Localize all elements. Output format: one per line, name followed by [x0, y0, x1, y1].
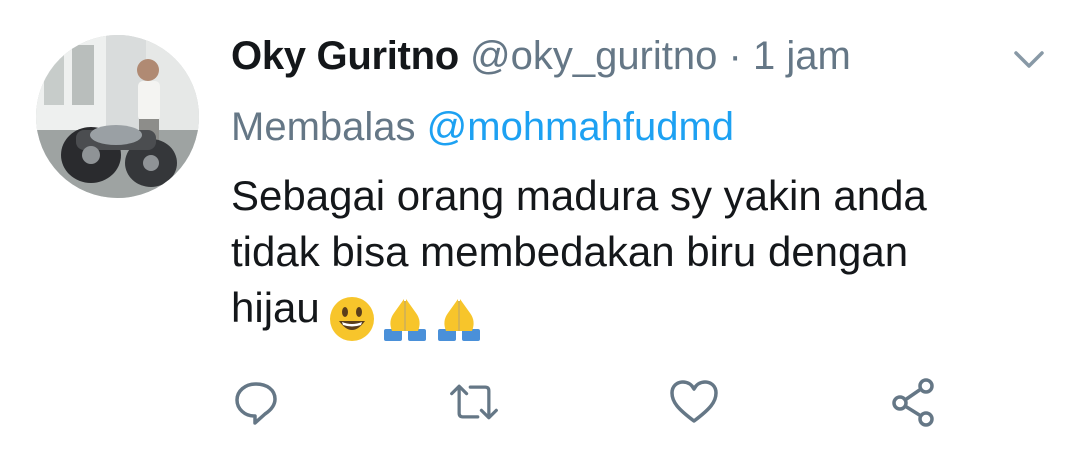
tweet-header: Oky Guritno @oky_guritno · 1 jam	[231, 28, 951, 84]
separator-dot: ·	[728, 34, 742, 78]
like-button[interactable]	[668, 376, 720, 428]
reply-prefix: Membalas	[231, 105, 416, 149]
grinning-face-emoji	[329, 296, 374, 341]
reply-mention-link[interactable]: @mohmahfudmd	[427, 105, 734, 149]
share-button[interactable]	[888, 376, 940, 428]
retweet-button[interactable]	[448, 376, 500, 428]
more-options-button[interactable]	[1010, 44, 1048, 74]
emoji-group	[328, 288, 488, 344]
timestamp[interactable]: 1 jam	[753, 34, 851, 78]
tweet-text-line-text: hijau	[231, 284, 320, 331]
reply-context: Membalas @mohmahfudmd	[231, 100, 734, 154]
tweet-text-line: hijau	[231, 280, 991, 344]
tweet-text: Sebagai orang madura sy yakin anda tidak…	[231, 168, 991, 344]
folded-hands-emoji	[437, 298, 480, 341]
share-icon	[892, 378, 934, 427]
reply-icon	[235, 382, 277, 425]
avatar-photo	[36, 35, 199, 198]
folded-hands-emoji	[383, 298, 426, 341]
tweet-text-line: Sebagai orang madura sy yakin anda	[231, 172, 927, 219]
heart-icon	[670, 380, 718, 423]
avatar[interactable]	[36, 35, 199, 198]
display-name[interactable]: Oky Guritno	[231, 34, 459, 78]
retweet-icon	[450, 384, 498, 420]
tweet-actions	[0, 376, 1080, 432]
tweet-text-line: tidak bisa membedakan biru dengan	[231, 228, 909, 275]
reply-button[interactable]	[230, 376, 282, 428]
tweet-card[interactable]: Oky Guritno @oky_guritno · 1 jam Membala…	[0, 0, 1080, 461]
chevron-down-icon	[1014, 51, 1044, 68]
user-handle[interactable]: @oky_guritno	[470, 34, 717, 78]
